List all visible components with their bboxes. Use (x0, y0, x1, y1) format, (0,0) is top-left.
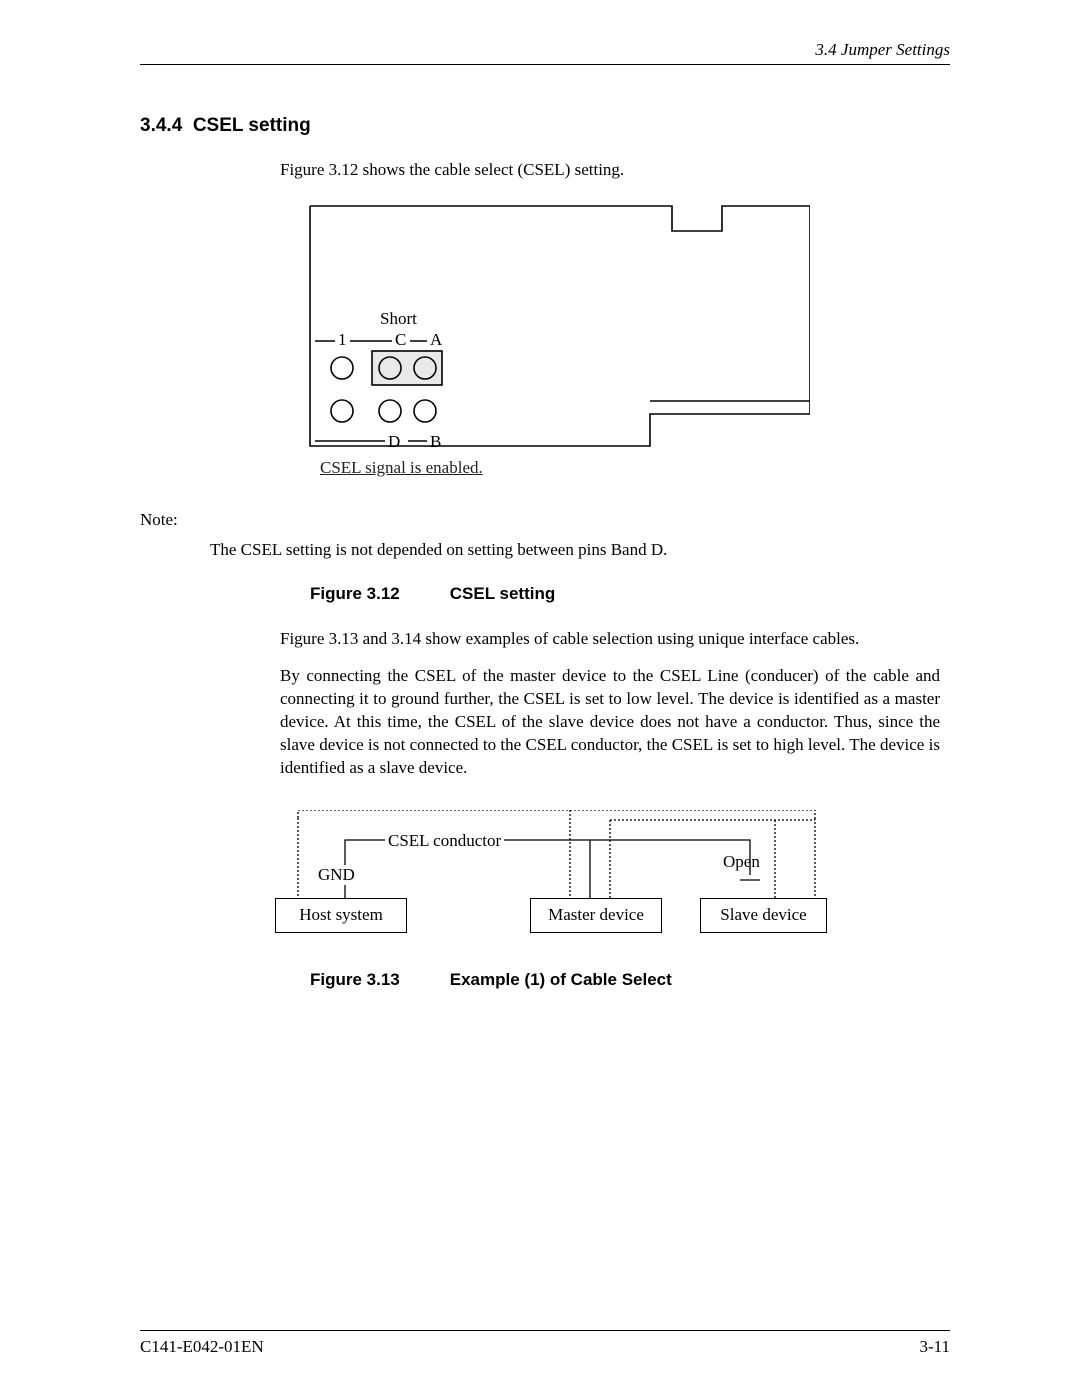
section-number: 3.4.4 (140, 115, 182, 136)
figure-3-12-caption: Figure 3.12 CSEL setting (310, 584, 950, 604)
fig312-pin-c: C (395, 330, 406, 350)
intro-paragraph: Figure 3.12 shows the cable select (CSEL… (280, 159, 940, 182)
footer-rule (140, 1330, 950, 1331)
fig313-csel-conductor-label: CSEL conductor (385, 831, 504, 851)
paragraph-3: By connecting the CSEL of the master dev… (280, 665, 940, 780)
fig312-caption-title: CSEL setting (450, 584, 555, 603)
section-heading: 3.4.4 CSEL setting (140, 115, 950, 137)
note-label: Note: (140, 510, 950, 530)
figure-3-12: Short 1 C A D B CSEL signal is enabled. (280, 196, 810, 486)
fig312-pin-d: D (388, 432, 400, 452)
fig313-host-box: Host system (275, 898, 407, 933)
paragraph-2: Figure 3.13 and 3.14 show examples of ca… (280, 628, 940, 651)
fig312-caption-fig: Figure 3.12 (310, 584, 400, 603)
fig313-open-label: Open (720, 852, 763, 872)
figure-3-12-svg (280, 196, 810, 486)
section-title-text: CSEL setting (193, 115, 311, 136)
fig313-caption-title: Example (1) of Cable Select (450, 970, 672, 989)
fig312-pin-a: A (430, 330, 442, 350)
footer-doc-id: C141-E042-01EN (140, 1337, 264, 1357)
figure-3-13: CSEL conductor GND Open Host system Mast… (270, 810, 830, 940)
figure-3-13-caption: Figure 3.13 Example (1) of Cable Select (310, 970, 950, 990)
fig312-short-label: Short (380, 309, 417, 329)
note-text: The CSEL setting is not depended on sett… (210, 540, 950, 560)
fig313-master-box: Master device (530, 898, 662, 933)
fig312-caption-note: CSEL signal is enabled. (320, 458, 483, 478)
fig313-master-text: Master device (548, 905, 644, 925)
page: 3.4 Jumper Settings 3.4.4 CSEL setting F… (0, 0, 1080, 1397)
footer-page-number: 3-11 (919, 1337, 950, 1357)
fig313-gnd-label: GND (315, 865, 358, 885)
fig312-pin-b: B (430, 432, 441, 452)
fig313-caption-fig: Figure 3.13 (310, 970, 400, 989)
page-footer: C141-E042-01EN 3-11 (140, 1330, 950, 1357)
fig313-slave-text: Slave device (720, 905, 806, 925)
fig312-pin-1: 1 (338, 330, 347, 350)
fig313-host-text: Host system (299, 905, 383, 925)
header-section-ref: 3.4 Jumper Settings (140, 40, 950, 60)
fig313-slave-box: Slave device (700, 898, 827, 933)
header-rule (140, 64, 950, 65)
